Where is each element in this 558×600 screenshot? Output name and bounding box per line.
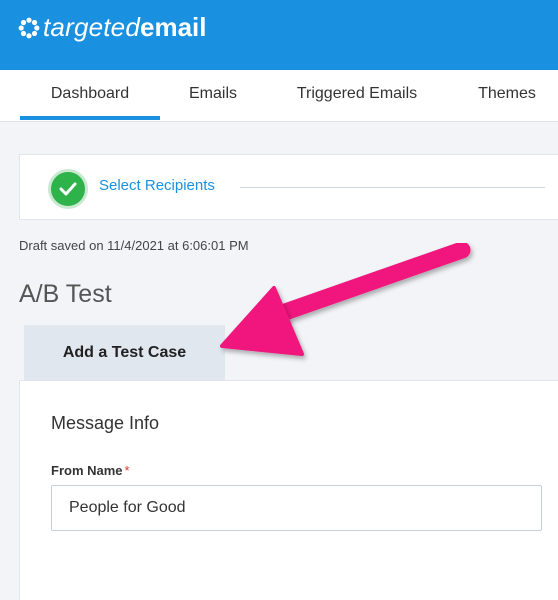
top-bar: targeted email (0, 0, 558, 70)
gear-flower-icon (18, 17, 40, 38)
required-marker: * (124, 463, 130, 478)
add-test-case-tab[interactable]: Add a Test Case (24, 325, 225, 381)
nav-tab-dashboard[interactable]: Dashboard (20, 70, 160, 122)
message-info-card: Message Info From Name * (19, 380, 558, 600)
nav-tab-emails[interactable]: Emails (180, 70, 246, 122)
brand-name-light: targeted (43, 12, 141, 42)
draft-status: Draft saved on 11/4/2021 at 6:06:01 PM (19, 238, 249, 253)
check-circle-icon (48, 169, 88, 209)
section-title: Message Info (51, 413, 160, 433)
brand-logo[interactable]: targeted email (18, 12, 207, 43)
from-name-label: From Name * (51, 463, 130, 478)
from-name-input[interactable] (51, 485, 542, 531)
brand-name-bold: email (140, 12, 207, 42)
checkmark-icon (59, 182, 77, 196)
step-connector (240, 187, 545, 188)
steps-progress: Select Recipients (19, 154, 558, 220)
nav-tab-themes[interactable]: Themes (468, 70, 546, 122)
nav-tab-triggered-emails[interactable]: Triggered Emails (286, 70, 428, 122)
step-select-recipients[interactable]: Select Recipients (99, 177, 215, 194)
from-name-label-text: From Name (51, 463, 123, 478)
main-nav: Dashboard Emails Triggered Emails Themes (0, 70, 558, 122)
page-title: A/B Test (19, 280, 112, 308)
